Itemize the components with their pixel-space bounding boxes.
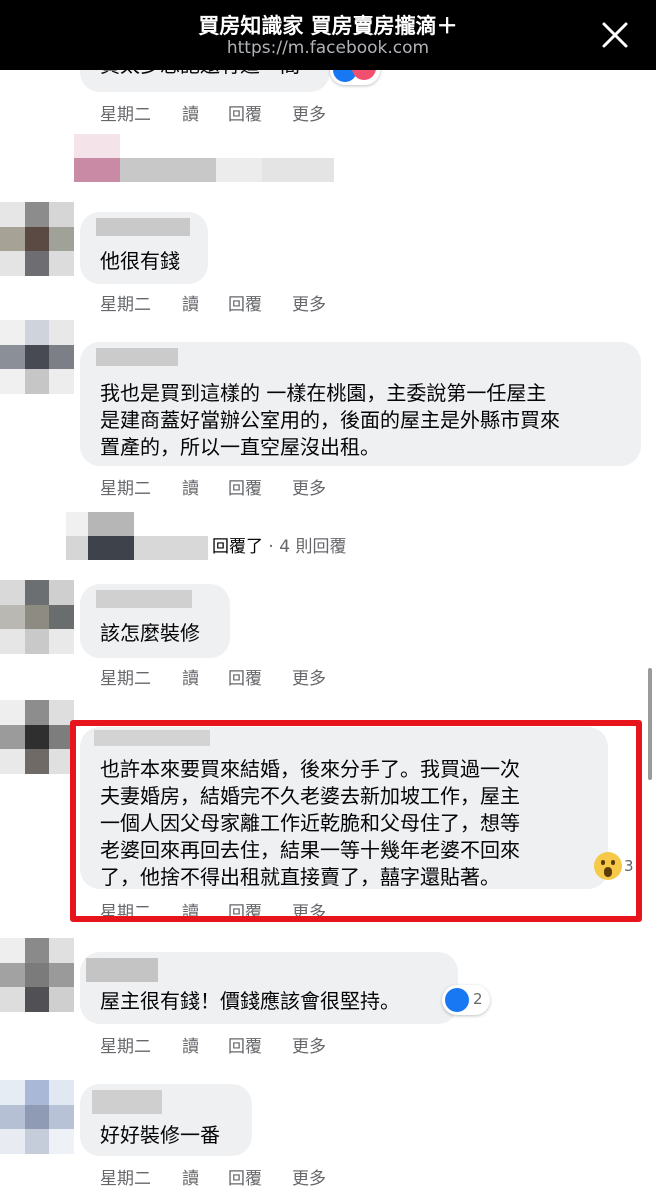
comment-text: 好好裝修一番	[100, 1123, 220, 1147]
close-icon[interactable]	[600, 20, 630, 50]
reply-count: 4 則回覆	[279, 537, 347, 557]
avatar[interactable]	[0, 320, 74, 394]
comment-time[interactable]: 星期二	[100, 474, 151, 499]
reply-thread-separator: ·	[263, 537, 280, 557]
more-link[interactable]: 更多	[292, 290, 326, 315]
blurred-name	[96, 348, 178, 366]
reply-link[interactable]: 回覆	[228, 290, 262, 315]
blurred-name	[74, 134, 334, 182]
comment-time[interactable]: 星期二	[100, 290, 151, 315]
more-link[interactable]: 更多	[292, 664, 326, 689]
avatar[interactable]	[0, 1080, 74, 1154]
reply-link[interactable]: 回覆	[228, 100, 262, 125]
reaction-summary[interactable]: 2	[442, 985, 490, 1015]
comment-text: 該怎麼裝修	[100, 621, 200, 645]
reply-link[interactable]: 回覆	[228, 474, 262, 499]
more-link[interactable]: 更多	[292, 1032, 326, 1057]
reply-thread-label: 回覆了	[212, 537, 263, 557]
read-link[interactable]: 讀	[182, 664, 199, 689]
comment-time[interactable]: 星期二	[100, 1164, 151, 1189]
comment-time[interactable]: 星期二	[100, 1032, 151, 1057]
more-link[interactable]: 更多	[292, 100, 326, 125]
comment-text: 他很有錢	[100, 249, 180, 273]
reply-link[interactable]: 回覆	[228, 1032, 262, 1057]
comment-time[interactable]: 星期二	[100, 664, 151, 689]
page-url: https://m.facebook.com	[226, 38, 430, 58]
avatar[interactable]	[0, 938, 74, 1012]
scrollbar[interactable]	[648, 668, 652, 780]
blurred-name	[92, 1090, 162, 1114]
read-link[interactable]: 讀	[182, 1032, 199, 1057]
comment-time[interactable]: 星期二	[100, 100, 151, 125]
reply-link[interactable]: 回覆	[228, 1164, 262, 1189]
view-replies-link[interactable]: 回覆了 · 4 則回覆	[212, 532, 346, 557]
blurred-name	[96, 218, 190, 236]
read-link[interactable]: 讀	[182, 1164, 199, 1189]
reply-link[interactable]: 回覆	[228, 664, 262, 689]
browser-header: 買房知識家 買房賣房攏滴＋ https://m.facebook.com	[0, 0, 656, 70]
blurred-name	[96, 590, 192, 608]
more-link[interactable]: 更多	[292, 1164, 326, 1189]
reply-thread-avatars	[66, 512, 208, 560]
page-title: 買房知識家 買房賣房攏滴＋	[198, 14, 458, 38]
avatar[interactable]	[0, 700, 74, 774]
like-icon	[445, 988, 469, 1012]
read-link[interactable]: 讀	[182, 290, 199, 315]
more-link[interactable]: 更多	[292, 474, 326, 499]
avatar[interactable]	[0, 202, 74, 276]
blurred-name	[86, 958, 158, 982]
read-link[interactable]: 讀	[182, 474, 199, 499]
reaction-count: 2	[473, 990, 483, 1008]
avatar[interactable]	[0, 580, 74, 654]
highlight-box	[70, 720, 642, 922]
comment-text: 屋主很有錢！價錢應該會很堅持。	[100, 989, 400, 1013]
comment-text: 我也是買到這樣的 一樣在桃園，主委說第一任屋主 是建商蓋好當辦公室用的，後面的屋…	[100, 381, 560, 459]
read-link[interactable]: 讀	[182, 100, 199, 125]
